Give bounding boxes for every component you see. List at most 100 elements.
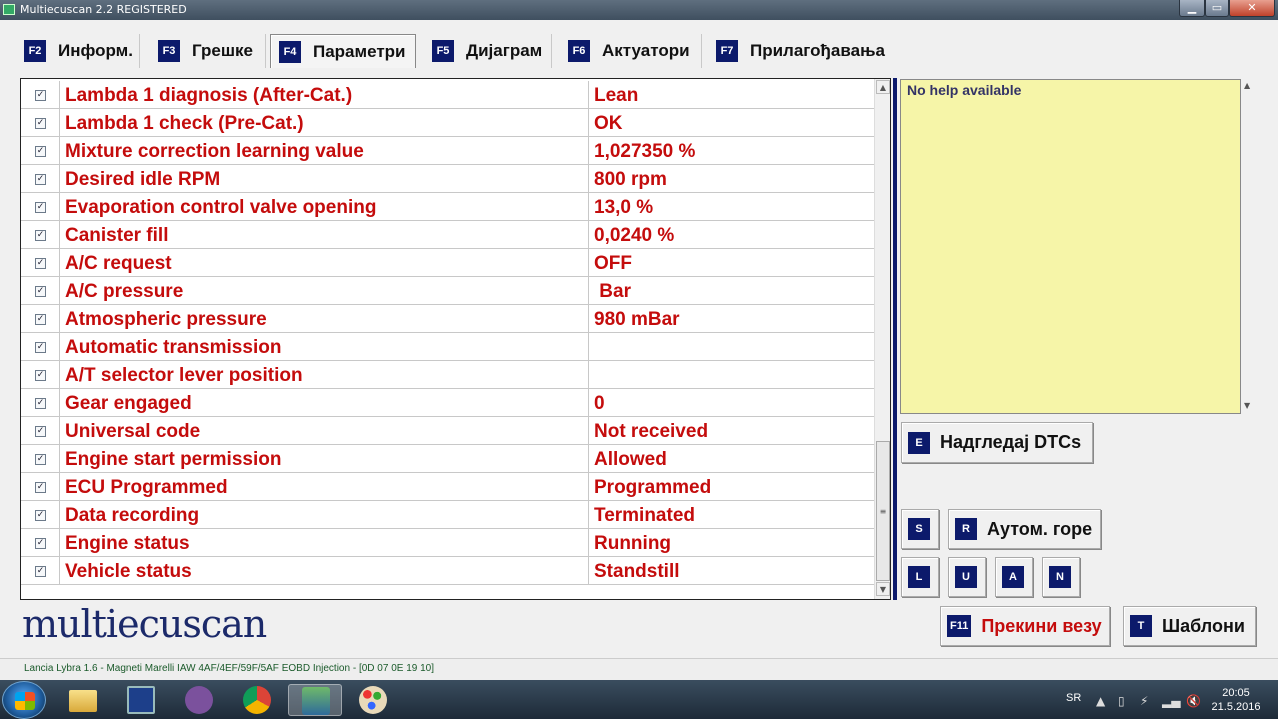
column-divider — [588, 165, 589, 192]
battery-icon[interactable]: ▯ — [1118, 694, 1125, 708]
parameter-value: Lean — [594, 85, 639, 106]
parameter-row[interactable]: ✓ ECU Programmed Programmed — [21, 473, 874, 501]
tray-expand-icon[interactable]: ▲ — [1096, 694, 1105, 708]
monitor-dtcs-button[interactable]: E Надгледај DTCs — [901, 422, 1093, 463]
parameter-row[interactable]: ✓ A/T selector lever position — [21, 361, 874, 389]
windows-logo-icon — [15, 692, 35, 710]
a-button[interactable]: A — [995, 557, 1033, 597]
parameter-checkbox[interactable]: ✓ — [35, 398, 46, 409]
parameter-checkbox[interactable]: ✓ — [35, 146, 46, 157]
parameter-row[interactable]: ✓ A/C request OFF — [21, 249, 874, 277]
scroll-up-icon[interactable]: ▲ — [876, 80, 890, 94]
parameter-checkbox[interactable]: ✓ — [35, 202, 46, 213]
parameter-checkbox[interactable]: ✓ — [35, 286, 46, 297]
parameter-name: Lambda 1 diagnosis (After-Cat.) — [65, 85, 353, 106]
parameter-row[interactable]: ✓ Evaporation control valve opening 13,0 % — [21, 193, 874, 221]
column-divider — [588, 529, 589, 556]
parameter-row[interactable]: ✓ Automatic transmission — [21, 333, 874, 361]
tab-key-badge: F6 — [568, 40, 590, 62]
clock[interactable]: 20:05 21.5.2016 — [1208, 686, 1264, 714]
parameter-row[interactable]: ✓ Gear engaged 0 — [21, 389, 874, 417]
taskbar-multiecuscan[interactable] — [288, 684, 342, 716]
tab-info[interactable]: F2 Информ. — [16, 34, 140, 68]
parameter-checkbox[interactable]: ✓ — [35, 230, 46, 241]
start-button[interactable] — [2, 681, 46, 719]
key-badge: A — [1002, 566, 1024, 588]
parameter-checkbox[interactable]: ✓ — [35, 482, 46, 493]
column-divider — [59, 81, 60, 108]
panel-divider[interactable] — [893, 78, 897, 600]
power-plug-icon[interactable]: ⚡ — [1140, 694, 1148, 708]
taskbar-paint[interactable] — [346, 684, 400, 716]
taskbar-chrome[interactable] — [230, 684, 284, 716]
l-button[interactable]: L — [901, 557, 939, 597]
parameter-value: 0 — [594, 393, 605, 414]
network-signal-icon[interactable]: ▂▄ — [1162, 694, 1180, 708]
tab-label: Прилагођавања — [750, 41, 885, 60]
parameter-checkbox[interactable]: ✓ — [35, 566, 46, 577]
parameter-row[interactable]: ✓ Data recording Terminated — [21, 501, 874, 529]
u-button[interactable]: U — [948, 557, 986, 597]
parameter-checkbox[interactable]: ✓ — [35, 370, 46, 381]
taskbar-save-app[interactable] — [114, 684, 168, 716]
parameter-checkbox[interactable]: ✓ — [35, 538, 46, 549]
table-scrollbar[interactable]: ▲ ≡ ▼ — [874, 79, 890, 599]
parameter-row[interactable]: ✓ Atmospheric pressure 980 mBar — [21, 305, 874, 333]
tab-bar: F2 Информ. F3 Грешке F4 Параметри F5 Диј… — [0, 22, 1278, 70]
parameter-checkbox[interactable]: ✓ — [35, 426, 46, 437]
parameter-row[interactable]: ✓ Universal code Not received — [21, 417, 874, 445]
maximize-button[interactable]: ▭ — [1205, 0, 1229, 17]
parameter-row[interactable]: ✓ Lambda 1 check (Pre-Cat.) OK — [21, 109, 874, 137]
column-divider — [59, 417, 60, 444]
tab-label: Параметри — [313, 41, 406, 61]
close-button[interactable]: ✕ — [1229, 0, 1275, 17]
parameter-checkbox[interactable]: ✓ — [35, 454, 46, 465]
parameter-checkbox[interactable]: ✓ — [35, 258, 46, 269]
column-divider — [588, 389, 589, 416]
column-divider — [588, 417, 589, 444]
speaker-muted-icon[interactable]: 🔇 — [1186, 694, 1201, 708]
scroll-down-icon[interactable]: ▼ — [1244, 401, 1250, 410]
language-indicator[interactable]: SR — [1066, 692, 1081, 704]
parameter-row[interactable]: ✓ Engine start permission Allowed — [21, 445, 874, 473]
help-scrollbar[interactable]: ▲ ▼ — [1242, 79, 1256, 414]
s-button[interactable]: S — [901, 509, 939, 549]
parameter-row[interactable]: ✓ Desired idle RPM 800 rpm — [21, 165, 874, 193]
parameter-name: Automatic transmission — [65, 337, 282, 358]
parameter-row[interactable]: ✓ Canister fill 0,0240 % — [21, 221, 874, 249]
tab-parameters[interactable]: F4 Параметри — [270, 34, 416, 68]
parameter-row[interactable]: ✓ Mixture correction learning value 1,0273… — [21, 137, 874, 165]
tab-actuators[interactable]: F6 Актуатори — [560, 34, 702, 68]
tab-diagram[interactable]: F5 Дијаграм — [424, 34, 552, 68]
parameter-checkbox[interactable]: ✓ — [35, 342, 46, 353]
column-divider — [59, 333, 60, 360]
parameter-value: 1,027350 % — [594, 141, 696, 162]
tab-label: Грешке — [192, 41, 253, 60]
parameter-row[interactable]: ✓ A/C pressure Bar — [21, 277, 874, 305]
column-divider — [59, 109, 60, 136]
parameter-checkbox[interactable]: ✓ — [35, 314, 46, 325]
minimize-button[interactable]: ▁ — [1179, 0, 1205, 17]
parameter-value: 13,0 % — [594, 197, 654, 218]
scroll-thumb[interactable]: ≡ — [876, 441, 890, 581]
parameter-row[interactable]: ✓ Vehicle status Standstill — [21, 557, 874, 585]
parameter-checkbox[interactable]: ✓ — [35, 118, 46, 129]
parameter-checkbox[interactable]: ✓ — [35, 174, 46, 185]
n-button[interactable]: N — [1042, 557, 1080, 597]
parameter-row[interactable]: ✓ Engine status Running — [21, 529, 874, 557]
parameter-value: Programmed — [594, 477, 712, 498]
scroll-down-icon[interactable]: ▼ — [876, 582, 890, 596]
parameter-checkbox[interactable]: ✓ — [35, 510, 46, 521]
key-badge: E — [908, 431, 930, 454]
parameter-row[interactable]: ✓ Lambda 1 diagnosis (After-Cat.) Lean — [21, 81, 874, 109]
parameter-checkbox[interactable]: ✓ — [35, 90, 46, 101]
auto-scroll-button[interactable]: R Аутом. горе — [948, 509, 1101, 549]
taskbar-file-explorer[interactable] — [56, 684, 110, 716]
key-badge: R — [955, 518, 977, 540]
tab-errors[interactable]: F3 Грешке — [150, 34, 266, 68]
taskbar-viber[interactable] — [172, 684, 226, 716]
disconnect-button[interactable]: F11 Прекини везу — [940, 606, 1110, 646]
templates-button[interactable]: T Шаблони — [1123, 606, 1256, 646]
tab-adjustments[interactable]: F7 Прилагођавања — [708, 34, 896, 68]
scroll-up-icon[interactable]: ▲ — [1244, 81, 1250, 90]
